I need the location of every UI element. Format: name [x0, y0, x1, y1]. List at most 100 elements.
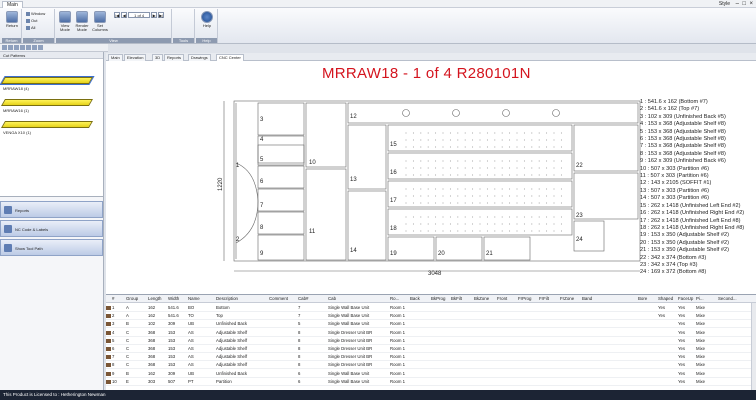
table-row[interactable]: 8 C 368 153 AS Adjustable Shelf 8 Single Dresse… — [106, 361, 756, 370]
toolbar-icon-6[interactable] — [32, 45, 37, 50]
page-indicator[interactable]: 1 of 4 — [128, 11, 151, 18]
table-row[interactable]: 3 B 102 309 UB Unfinished Back 5 Single Wall Ba… — [106, 320, 756, 329]
part-material-icon — [106, 314, 111, 319]
nc-code-labels-button[interactable]: NC Code & Labels — [0, 220, 103, 237]
column-header[interactable]: Shaped — [658, 296, 673, 302]
next-page-button[interactable]: ▶ — [151, 11, 158, 18]
toolbar-icon-7[interactable] — [38, 45, 43, 50]
column-header[interactable]: Cab — [328, 296, 336, 302]
table-cell: 153 — [168, 346, 176, 351]
table-cell: Yes — [678, 378, 686, 384]
tab-reports[interactable]: Reports — [164, 54, 185, 61]
column-header[interactable]: Pi... — [696, 296, 704, 302]
legend-line: 5 : 153 x 368 (Adjustable Shelf #8) — [640, 128, 726, 135]
drill-hole — [509, 195, 511, 197]
first-page-button[interactable]: |◀ — [114, 11, 121, 18]
table-cell: Mixe — [696, 329, 706, 335]
tab-3d[interactable]: 3D — [152, 54, 164, 61]
table-cell: AS — [188, 354, 194, 360]
tab-drawings[interactable]: Drawings — [188, 54, 211, 61]
board-mrraw18-image[interactable] — [0, 76, 95, 85]
column-header[interactable]: FrFilt — [539, 296, 549, 302]
column-header[interactable]: Back — [410, 296, 420, 302]
minimize-icon[interactable]: – — [736, 1, 739, 7]
column-header[interactable]: BkZone — [474, 296, 489, 302]
view-mode-button[interactable]: View Mode — [58, 11, 72, 32]
part-mrraw18[interactable]: MRRAW18 (4) — [3, 86, 29, 91]
drill-hole — [427, 160, 429, 162]
drawing-canvas[interactable]: MRRAW18 - 1 of 4 R280101N 1 2 3 4 5 6 7 … — [106, 61, 756, 294]
drill-hole — [457, 223, 459, 225]
column-header[interactable]: Comment — [269, 296, 288, 302]
table-row[interactable]: 5 C 368 153 AS Adjustable Shelf 8 Single Dresse… — [106, 337, 756, 345]
column-header[interactable]: BkFilt — [451, 296, 462, 302]
table-cell: Adjustable Shelf — [216, 346, 248, 351]
show-tool-path-button[interactable]: Show Tool Path — [0, 239, 103, 256]
column-header[interactable]: # — [112, 296, 114, 302]
table-row[interactable]: 7 C 368 153 AS Adjustable Shelf 8 Single Dresse… — [106, 353, 756, 362]
close-icon[interactable]: × — [749, 1, 753, 7]
table-row[interactable]: 4 C 368 153 AS Adjustable Shelf 8 Single Dresse… — [106, 329, 756, 337]
drill-hole — [523, 195, 525, 197]
bore-hole-1 — [402, 109, 410, 117]
zoom-window-button[interactable]: Window — [26, 11, 45, 16]
column-header[interactable]: Description — [216, 296, 238, 302]
board-vengax10-image[interactable] — [0, 121, 94, 128]
toolbar-icon-2[interactable] — [8, 45, 13, 50]
column-header[interactable]: Group — [126, 296, 138, 302]
column-header[interactable]: FaceUp — [678, 296, 693, 302]
toolbar-icon-5[interactable] — [26, 45, 31, 50]
column-header[interactable]: Front — [497, 296, 507, 302]
column-header[interactable]: Width — [168, 296, 179, 302]
column-header[interactable]: BkProg — [431, 296, 445, 302]
table-row[interactable]: 1 A 162 541.6 BO Bottom 7 Single Wall Base Unit… — [106, 304, 756, 312]
set-columns-button[interactable]: Set Columns — [92, 11, 108, 32]
table-row[interactable]: 10 E 303 507 PT Partition 6 Single Wall Base Un… — [106, 378, 756, 386]
table-row[interactable]: 6 C 368 153 AS Adjustable Shelf 8 Single Dresse… — [106, 345, 756, 353]
legend-line: 22 : 342 x 374 (Bottom #3) — [640, 254, 707, 261]
column-header[interactable]: FrZone — [560, 296, 574, 302]
drill-hole — [509, 188, 511, 190]
drill-hole — [420, 216, 422, 218]
table-cell: Room 1 — [390, 370, 406, 376]
table-cell: Single Wall Base Unit — [328, 370, 370, 376]
column-header[interactable]: Cab# — [298, 296, 309, 302]
drill-hole — [560, 223, 562, 225]
column-header[interactable]: Second... — [718, 296, 737, 302]
zoom-out-button[interactable]: Out — [26, 18, 37, 23]
help-button[interactable]: Help — [200, 11, 214, 28]
drill-hole — [501, 167, 503, 169]
drill-hole — [516, 223, 518, 225]
grid-scrollbar[interactable] — [751, 303, 756, 391]
tab-main-view[interactable]: Main — [108, 54, 123, 61]
drill-hole — [516, 195, 518, 197]
column-header[interactable]: Name — [188, 296, 200, 302]
column-header[interactable]: Band — [582, 296, 592, 302]
last-page-button[interactable]: ▶| — [158, 11, 165, 18]
table-cell: C — [126, 346, 130, 351]
board-mrraw16-image[interactable] — [0, 99, 94, 106]
zoom-all-button[interactable]: All — [26, 25, 35, 30]
toolbar-icon-1[interactable] — [2, 45, 7, 50]
part-vengax10[interactable]: VENGA X10 (1) — [3, 130, 31, 135]
table-row[interactable]: 9 B 162 309 UB Unfinished Back 6 Single Wall Ba… — [106, 370, 756, 378]
table-row[interactable]: 2 A 162 541.6 TO Top 7 Single Wall Base Unit Roo… — [106, 312, 756, 321]
column-header[interactable]: Length — [148, 296, 161, 302]
maximize-icon[interactable]: □ — [742, 1, 746, 7]
column-header[interactable]: FrProg — [518, 296, 531, 302]
reports-button[interactable]: Reports — [0, 201, 103, 218]
render-mode-button[interactable]: Render Mode — [74, 11, 90, 32]
style-menu[interactable]: Style — [719, 1, 730, 7]
column-header[interactable]: Bore — [638, 296, 647, 302]
part-mrraw16[interactable]: MRRAW16 (1) — [3, 108, 29, 113]
toolbar-icon-3[interactable] — [14, 45, 19, 50]
toolbar-icon-4[interactable] — [20, 45, 25, 50]
column-header[interactable]: Ro... — [390, 296, 399, 302]
tab-cnc-center[interactable]: CNC Center — [216, 54, 244, 61]
prev-page-button[interactable]: ◀ — [121, 11, 128, 18]
tab-main[interactable]: Main — [2, 1, 23, 8]
return-button[interactable]: Return — [5, 11, 19, 28]
drill-hole — [420, 160, 422, 162]
tab-elevation[interactable]: Elevation — [124, 54, 147, 61]
drill-hole — [553, 195, 555, 197]
